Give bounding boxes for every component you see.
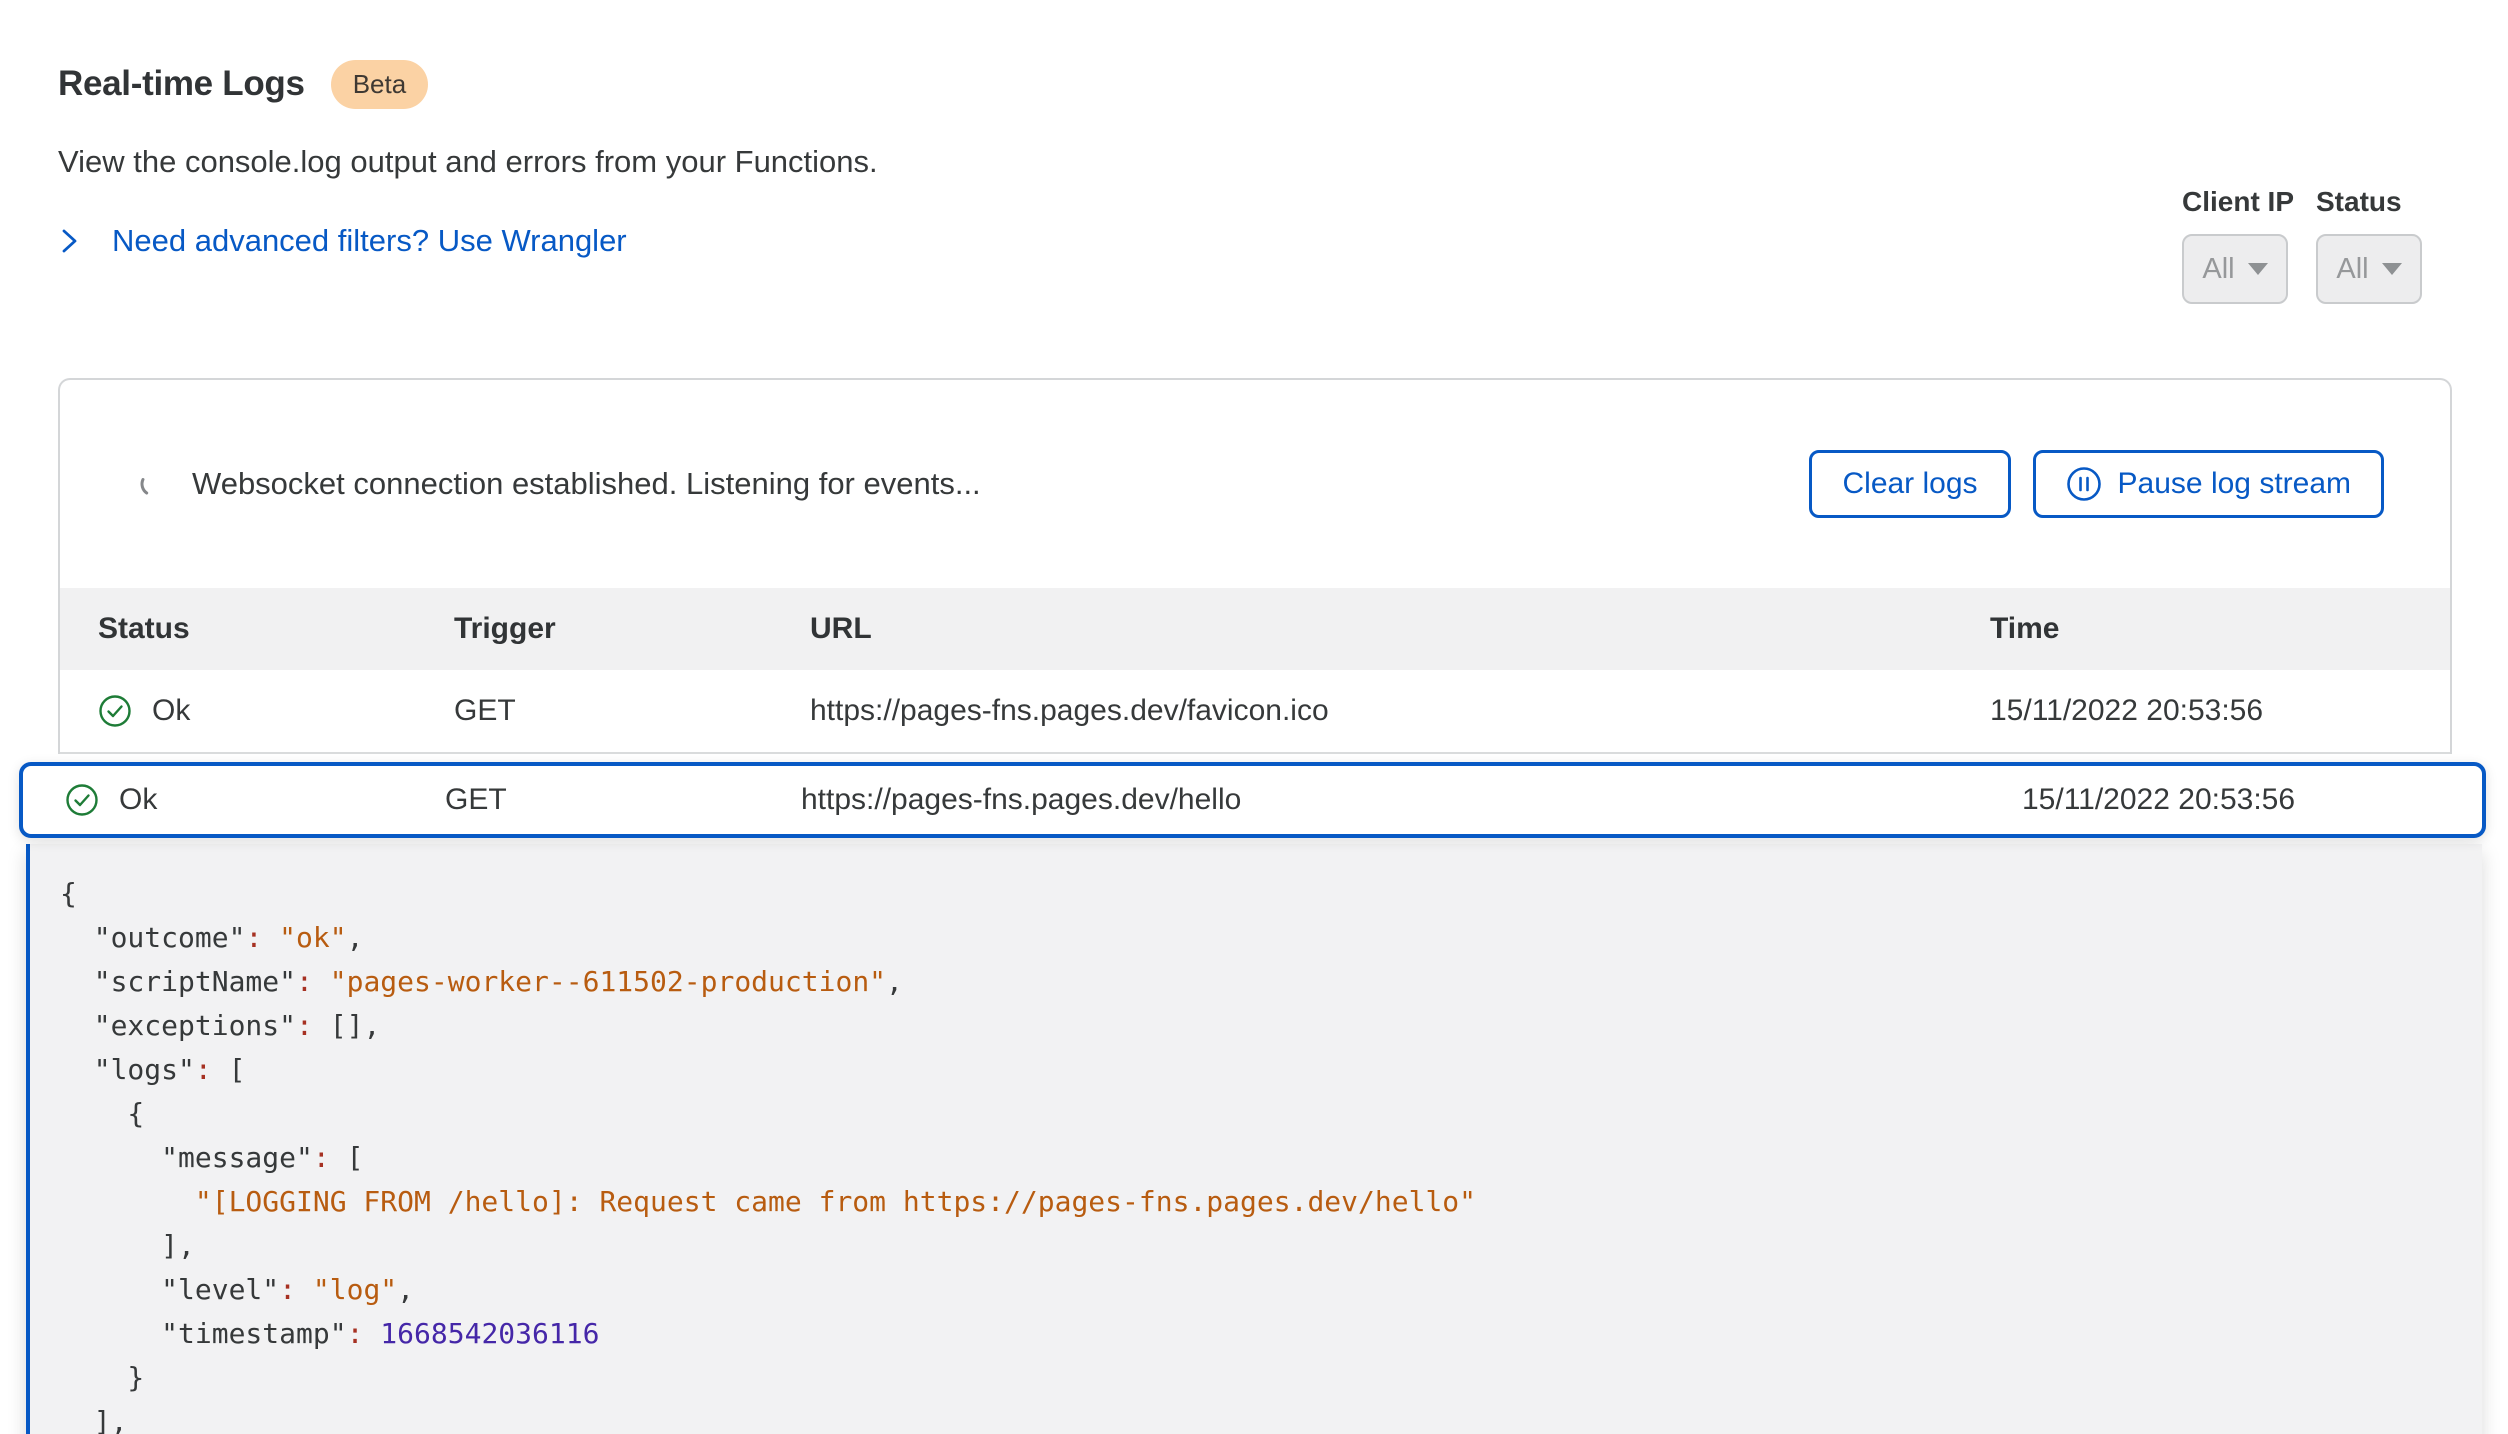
- log-stream-panel: Websocket connection established. Listen…: [58, 378, 2452, 754]
- clear-logs-button[interactable]: Clear logs: [1809, 450, 2010, 518]
- toolbar-buttons: Clear logs Pause log stream: [1809, 450, 2384, 518]
- trigger-cell: GET: [445, 783, 801, 817]
- log-table-header: Status Trigger URL Time: [60, 588, 2450, 670]
- column-header-time: Time: [1990, 612, 2410, 646]
- websocket-status: Websocket connection established. Listen…: [138, 466, 981, 502]
- time-cell: 15/11/2022 20:53:56: [1990, 694, 2410, 728]
- log-detail-panel: { "outcome": "ok", "scriptName": "pages-…: [26, 844, 2482, 1434]
- realtime-logs-page: Real-time Logs Beta View the console.log…: [0, 0, 2508, 1434]
- column-header-url: URL: [810, 612, 1990, 646]
- column-header-trigger: Trigger: [454, 612, 810, 646]
- status-cell: Ok: [65, 783, 445, 817]
- status-filter-group: Status All: [2316, 186, 2422, 304]
- client-ip-filter-group: Client IP All: [2182, 186, 2294, 304]
- pause-log-stream-label: Pause log stream: [2118, 467, 2351, 501]
- page-title: Real-time Logs: [58, 64, 305, 104]
- check-circle-icon: [98, 694, 132, 728]
- client-ip-filter-value: All: [2202, 253, 2234, 286]
- log-filters: Client IP All Status All: [2182, 186, 2422, 304]
- client-ip-filter-dropdown[interactable]: All: [2182, 234, 2288, 304]
- table-row-selected[interactable]: Ok GET https://pages-fns.pages.dev/hello…: [19, 762, 2486, 838]
- client-ip-filter-label: Client IP: [2182, 186, 2294, 218]
- time-cell: 15/11/2022 20:53:56: [2022, 783, 2442, 817]
- log-panel-toolbar: Websocket connection established. Listen…: [60, 380, 2450, 588]
- status-cell: Ok: [98, 694, 454, 728]
- status-cell-label: Ok: [119, 783, 157, 817]
- caret-down-icon: [2248, 263, 2268, 275]
- wrangler-link[interactable]: Need advanced filters? Use Wrangler: [112, 223, 627, 259]
- clear-logs-label: Clear logs: [1842, 467, 1977, 501]
- url-cell: https://pages-fns.pages.dev/hello: [801, 783, 2022, 817]
- check-circle-icon: [65, 783, 99, 817]
- table-row[interactable]: Ok GET https://pages-fns.pages.dev/favic…: [60, 670, 2450, 754]
- status-filter-dropdown[interactable]: All: [2316, 234, 2422, 304]
- pause-log-stream-button[interactable]: Pause log stream: [2033, 450, 2384, 518]
- loading-spinner-icon: [138, 469, 168, 499]
- page-description: View the console.log output and errors f…: [58, 144, 2452, 180]
- column-header-status: Status: [98, 612, 454, 646]
- url-cell: https://pages-fns.pages.dev/favicon.ico: [810, 694, 1990, 728]
- beta-badge: Beta: [331, 60, 429, 109]
- trigger-cell: GET: [454, 694, 810, 728]
- wrangler-link-row: Need advanced filters? Use Wrangler: [58, 220, 2452, 262]
- websocket-status-text: Websocket connection established. Listen…: [192, 466, 981, 502]
- status-filter-label: Status: [2316, 186, 2402, 218]
- log-detail-json: { "outcome": "ok", "scriptName": "pages-…: [60, 872, 2442, 1434]
- caret-down-icon: [2382, 263, 2402, 275]
- status-filter-value: All: [2336, 253, 2368, 286]
- page-header: Real-time Logs Beta: [58, 58, 2452, 110]
- chevron-right-icon[interactable]: [58, 224, 82, 258]
- pause-circle-icon: [2066, 466, 2102, 502]
- status-cell-label: Ok: [152, 694, 190, 728]
